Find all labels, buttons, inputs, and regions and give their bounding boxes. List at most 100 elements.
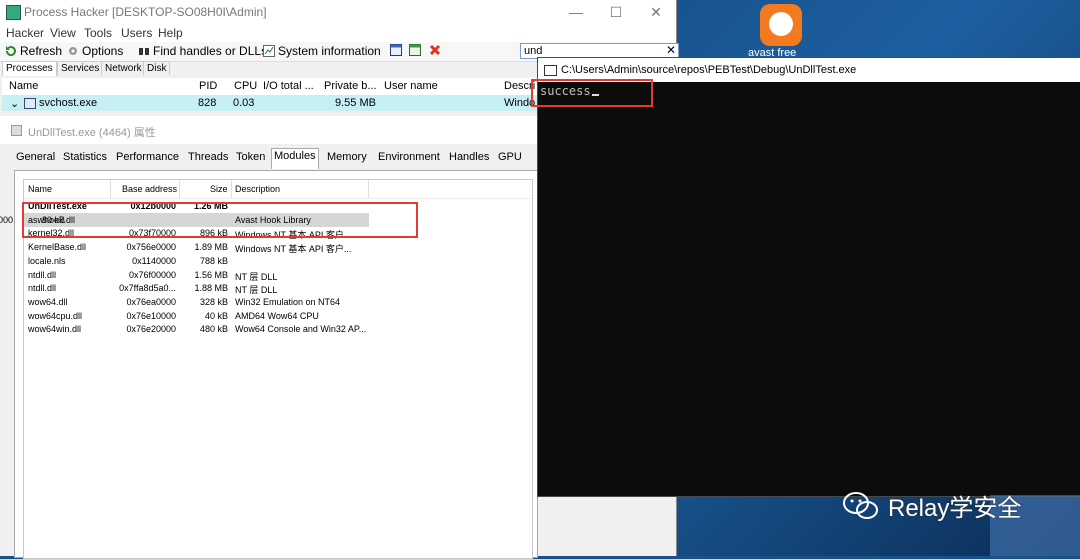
process-cpu: 0.03 (233, 97, 255, 109)
tab-services[interactable]: Services (57, 61, 104, 75)
col-private-bytes[interactable]: Private b... (324, 80, 377, 92)
col-pid[interactable]: PID (199, 80, 217, 92)
binoculars-icon (139, 48, 149, 55)
tab-threads[interactable]: Threads (186, 150, 230, 168)
terminate-button[interactable] (429, 44, 441, 56)
tab-modules[interactable]: Modules (271, 148, 319, 169)
highlight-aswhook (22, 202, 418, 238)
module-row[interactable]: wow64.dll 0x76ea0000 328 kB Win32 Emulation… (24, 295, 532, 309)
module-row[interactable]: ntdll.dll 0x7ffa8d5a0... 1.88 MB NT 层 DLL (24, 281, 532, 295)
window-title: Process Hacker [DESKTOP-SO08H0I\Admin] (24, 5, 267, 19)
tab-processes[interactable]: Processes (2, 61, 57, 76)
process-name: svchost.exe (39, 97, 98, 109)
col-name[interactable]: Name (9, 80, 38, 92)
console-output-area[interactable]: success (538, 82, 1080, 496)
find-window-button[interactable] (409, 44, 421, 56)
watermark: Relay学安全 (842, 488, 1021, 523)
chevron-down-icon[interactable]: ⌄ (10, 97, 19, 110)
module-size: 1.88 MB (194, 283, 228, 294)
find-handles-button[interactable]: Find handles or DLLs (138, 44, 267, 58)
module-size: 1.56 MB (194, 269, 228, 280)
minimize-button[interactable]: — (556, 2, 596, 22)
menu-view[interactable]: View (50, 26, 76, 40)
options-label: Options (82, 44, 124, 58)
menu-bar: Hacker View Tools Users Help (0, 24, 676, 42)
options-button[interactable]: Options (67, 44, 123, 58)
module-size: 788 kB (199, 255, 228, 266)
properties-window: UnDllTest.exe (4464) 属性 General Statisti… (0, 116, 540, 559)
window-icon (390, 44, 402, 56)
tab-environment[interactable]: Environment (376, 150, 442, 168)
col-size[interactable]: Size (210, 184, 228, 194)
module-size: 480 kB (199, 324, 228, 335)
col-cpu[interactable]: CPU (234, 80, 257, 92)
module-name: wow64.dll (28, 296, 68, 307)
chart-icon (263, 45, 275, 57)
module-name: KernelBase.dll (28, 242, 87, 253)
tab-general[interactable]: General (14, 150, 57, 168)
module-name: locale.nls (28, 255, 66, 266)
system-information-button[interactable]: System information (263, 44, 381, 58)
refresh-button[interactable]: Refresh (5, 44, 62, 58)
module-desc: Wow64 Console and Win32 AP... (235, 324, 367, 335)
tab-gpu[interactable]: GPU (496, 150, 524, 168)
module-base: 0x76e20000 (126, 324, 176, 335)
refresh-icon (5, 46, 16, 57)
title-bar[interactable]: Process Hacker [DESKTOP-SO08H0I\Admin] —… (0, 0, 676, 24)
module-size: 328 kB (199, 296, 228, 307)
process-pid: 828 (198, 97, 217, 109)
process-icon (24, 98, 36, 109)
module-row[interactable]: locale.nls 0x1140000 788 kB (24, 254, 532, 268)
console-title: C:\Users\Admin\source\repos\PEBTest\Debu… (561, 64, 857, 76)
tab-handles[interactable]: Handles (447, 150, 491, 168)
module-name: wow64cpu.dll (28, 310, 83, 321)
search-value: und (524, 45, 543, 57)
highlight-success (531, 79, 653, 107)
tab-network[interactable]: Network (101, 61, 146, 75)
module-base: 0x756e0000 (126, 242, 176, 253)
console-window: C:\Users\Admin\source\repos\PEBTest\Debu… (537, 57, 1080, 497)
tab-memory[interactable]: Memory (325, 150, 369, 168)
module-base: 0x7ffa8d5a0... (119, 283, 176, 294)
menu-help[interactable]: Help (158, 26, 183, 40)
red-x-icon (429, 44, 441, 56)
tab-disk[interactable]: Disk (143, 61, 171, 75)
module-base: 0x5f740000 (0, 214, 13, 225)
module-row[interactable]: ntdll.dll 0x76f00000 1.56 MB NT 层 DLL (24, 268, 532, 282)
module-row[interactable]: wow64win.dll 0x76e20000 480 kB Wow64 Consol… (24, 322, 532, 336)
module-base: 0x76ea0000 (126, 296, 176, 307)
module-desc: AMD64 Wow64 CPU (235, 310, 319, 321)
clear-search-icon[interactable]: ✕ (666, 43, 676, 57)
col-module-description[interactable]: Description (235, 184, 280, 194)
module-base: 0x1140000 (132, 255, 176, 266)
menu-users[interactable]: Users (121, 26, 152, 40)
tab-token[interactable]: Token (234, 150, 267, 168)
process-private: 9.55 MB (335, 97, 376, 109)
wechat-icon (843, 491, 878, 519)
avast-icon[interactable] (760, 4, 802, 46)
module-row[interactable]: wow64cpu.dll 0x76e10000 40 kB AMD64 Wow64 C… (24, 309, 532, 323)
menu-tools[interactable]: Tools (84, 26, 112, 40)
tab-performance[interactable]: Performance (114, 150, 181, 168)
module-name: ntdll.dll (28, 283, 57, 294)
module-name: wow64win.dll (28, 324, 82, 335)
maximize-button[interactable]: ☐ (596, 2, 636, 22)
col-module-name[interactable]: Name (28, 184, 52, 194)
module-size: 1.89 MB (194, 242, 228, 253)
find-window-icon (409, 44, 421, 56)
module-row[interactable]: KernelBase.dll 0x756e0000 1.89 MB Windows N… (24, 240, 532, 254)
system-information-label: System information (278, 44, 381, 58)
close-button[interactable]: ✕ (636, 2, 676, 22)
find-handles-label: Find handles or DLLs (153, 44, 268, 58)
col-base-address[interactable]: Base address (122, 184, 177, 194)
watermark-text: Relay学安全 (888, 495, 1022, 522)
col-io-total[interactable]: I/O total ... (263, 80, 314, 92)
col-user-name[interactable]: User name (384, 80, 438, 92)
window-icon-button[interactable] (390, 44, 402, 56)
module-name: ntdll.dll (28, 269, 57, 280)
gear-icon (69, 47, 77, 55)
refresh-label: Refresh (20, 44, 63, 58)
menu-hacker[interactable]: Hacker (6, 26, 44, 40)
tab-statistics[interactable]: Statistics (61, 150, 109, 168)
module-size: 40 kB (204, 310, 228, 321)
